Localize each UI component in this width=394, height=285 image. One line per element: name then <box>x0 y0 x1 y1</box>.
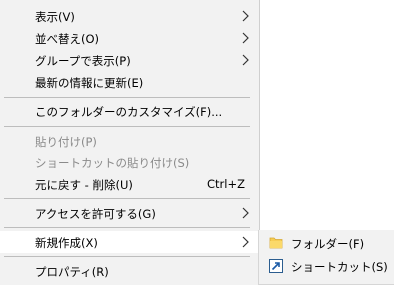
menu-item-refresh[interactable]: 最新の情報に更新(E) <box>0 71 259 93</box>
shortcut-icon <box>269 259 283 273</box>
menu-item-paste-shortcut-label: ショートカットの貼り付け(S) <box>35 156 190 170</box>
menu-item-customize-folder-label: このフォルダーのカスタマイズ(F)... <box>35 105 223 119</box>
menu-item-properties-label: プロパティ(R) <box>35 265 109 279</box>
menu-item-sort[interactable]: 並べ替え(O) <box>0 27 259 49</box>
menu-item-give-access[interactable]: アクセスを許可する(G) <box>0 202 259 224</box>
chevron-right-icon <box>242 10 249 22</box>
menu-separator <box>4 97 250 98</box>
menu-item-view[interactable]: 表示(V) <box>0 5 259 27</box>
menu-separator <box>4 256 250 257</box>
context-menu: 表示(V) 並べ替え(O) グループで表示(P) 最新の情報に更新(E) このフ… <box>0 0 260 285</box>
menu-item-new[interactable]: 新規作成(X) <box>0 231 259 253</box>
folder-icon <box>269 237 283 249</box>
menu-item-undo-delete-label: 元に戻す - 削除(U) <box>35 178 133 192</box>
menu-separator <box>4 227 250 228</box>
menu-separator <box>4 198 250 199</box>
submenu-item-shortcut[interactable]: ショートカット(S) <box>259 255 394 277</box>
menu-item-give-access-label: アクセスを許可する(G) <box>35 207 156 221</box>
menu-item-paste-label: 貼り付け(P) <box>35 135 97 149</box>
menu-item-paste-shortcut: ショートカットの貼り付け(S) <box>0 151 259 173</box>
shortcut-text: Ctrl+Z <box>207 177 245 191</box>
submenu-item-folder-label: フォルダー(F) <box>291 237 365 251</box>
submenu-item-folder[interactable]: フォルダー(F) <box>259 232 394 254</box>
menu-item-group-by[interactable]: グループで表示(P) <box>0 49 259 71</box>
menu-item-paste: 貼り付け(P) <box>0 130 259 152</box>
new-submenu: フォルダー(F) ショートカット(S) <box>258 230 394 285</box>
menu-item-customize-folder[interactable]: このフォルダーのカスタマイズ(F)... <box>0 100 259 122</box>
menu-item-properties[interactable]: プロパティ(R) <box>0 260 259 282</box>
menu-separator <box>4 126 250 127</box>
menu-item-refresh-label: 最新の情報に更新(E) <box>35 76 144 90</box>
submenu-item-shortcut-label: ショートカット(S) <box>291 260 388 274</box>
menu-item-new-label: 新規作成(X) <box>35 236 98 250</box>
menu-item-sort-label: 並べ替え(O) <box>35 32 100 46</box>
chevron-right-icon <box>242 207 249 219</box>
menu-item-group-by-label: グループで表示(P) <box>35 54 131 68</box>
menu-item-undo-delete[interactable]: 元に戻す - 削除(U) Ctrl+Z <box>0 173 259 195</box>
chevron-right-icon <box>242 32 249 44</box>
chevron-right-icon <box>242 236 249 248</box>
chevron-right-icon <box>242 54 249 66</box>
menu-item-view-label: 表示(V) <box>35 10 75 24</box>
